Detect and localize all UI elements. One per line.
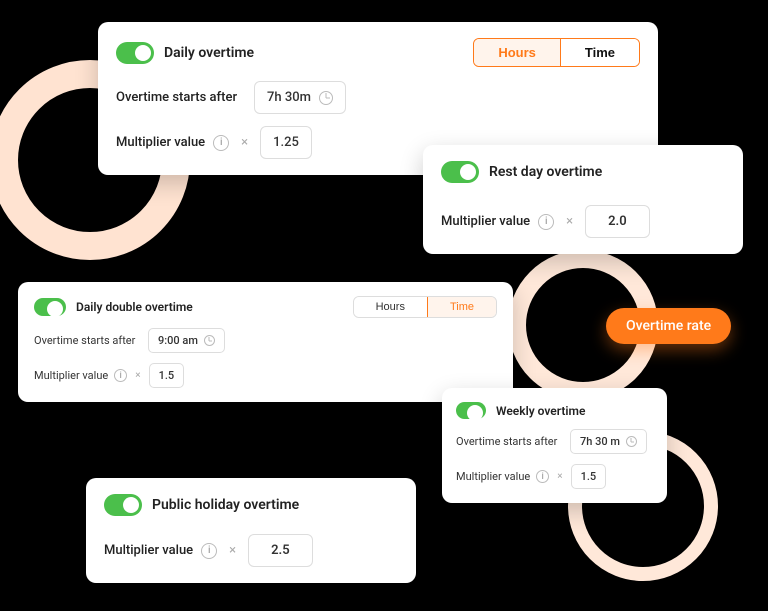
multiplier-value: 1.25 <box>273 135 299 150</box>
unit-segment: Hours Time <box>353 296 497 318</box>
segment-time-button[interactable]: Time <box>427 297 496 317</box>
multiplier-input[interactable]: 2.0 <box>585 205 650 238</box>
overtime-rate-pill[interactable]: Overtime rate <box>606 308 731 344</box>
overtime-starts-value: 7h 30 m <box>580 435 620 448</box>
overtime-starts-input[interactable]: 7h 30m <box>254 81 346 114</box>
times-symbol: × <box>557 471 562 482</box>
overtime-starts-value: 9:00 am <box>158 334 198 347</box>
times-symbol: × <box>229 543 236 558</box>
multiplier-value: 1.5 <box>581 470 597 483</box>
clock-icon <box>626 436 637 447</box>
overtime-starts-label: Overtime starts after <box>116 90 246 105</box>
card-title: Public holiday overtime <box>152 497 299 513</box>
overtime-starts-input[interactable]: 9:00 am <box>148 328 225 353</box>
card-title: Daily double overtime <box>76 300 193 314</box>
multiplier-label: Multiplier value <box>34 369 108 382</box>
multiplier-input[interactable]: 2.5 <box>248 534 313 567</box>
multiplier-value: 2.0 <box>608 214 627 229</box>
multiplier-input[interactable]: 1.25 <box>260 126 312 159</box>
card-title: Weekly overtime <box>496 404 585 418</box>
daily-double-toggle[interactable] <box>34 298 66 316</box>
multiplier-label: Multiplier value <box>441 214 530 229</box>
segment-hours-button[interactable]: Hours <box>354 297 427 317</box>
info-icon[interactable]: i <box>114 369 127 382</box>
overtime-starts-label: Overtime starts after <box>456 435 564 448</box>
times-symbol: × <box>241 135 248 150</box>
rest-day-overtime-card: Rest day overtime Multiplier value i × 2… <box>423 145 743 254</box>
rest-day-toggle[interactable] <box>441 161 479 183</box>
times-symbol: × <box>566 214 573 229</box>
unit-segment: Hours Time <box>473 38 640 67</box>
multiplier-label: Multiplier value <box>104 543 193 558</box>
daily-double-overtime-card: Daily double overtime Hours Time Overtim… <box>18 282 513 402</box>
public-holiday-overtime-card: Public holiday overtime Multiplier value… <box>86 478 416 583</box>
info-icon[interactable]: i <box>538 214 554 230</box>
daily-overtime-toggle[interactable] <box>116 42 154 64</box>
overtime-starts-label: Overtime starts after <box>34 334 142 347</box>
segment-hours-button[interactable]: Hours <box>474 39 560 66</box>
clock-icon <box>204 335 215 346</box>
multiplier-input[interactable]: 1.5 <box>149 363 185 388</box>
weekly-toggle[interactable] <box>456 402 486 419</box>
weekly-overtime-card: Weekly overtime Overtime starts after 7h… <box>442 388 667 503</box>
info-icon[interactable]: i <box>201 543 217 559</box>
multiplier-label: Multiplier value <box>456 470 530 483</box>
overtime-starts-input[interactable]: 7h 30 m <box>570 429 647 454</box>
segment-time-button[interactable]: Time <box>560 39 639 66</box>
info-icon[interactable]: i <box>536 470 549 483</box>
info-icon[interactable]: i <box>213 135 229 151</box>
multiplier-label: Multiplier value <box>116 135 205 150</box>
public-holiday-toggle[interactable] <box>104 494 142 516</box>
card-title: Rest day overtime <box>489 164 602 180</box>
card-title: Daily overtime <box>164 45 254 61</box>
multiplier-value: 2.5 <box>271 543 290 558</box>
overtime-starts-value: 7h 30m <box>267 90 311 105</box>
multiplier-value: 1.5 <box>159 369 175 382</box>
clock-icon <box>319 91 333 105</box>
times-symbol: × <box>135 370 140 381</box>
multiplier-input[interactable]: 1.5 <box>571 464 607 489</box>
